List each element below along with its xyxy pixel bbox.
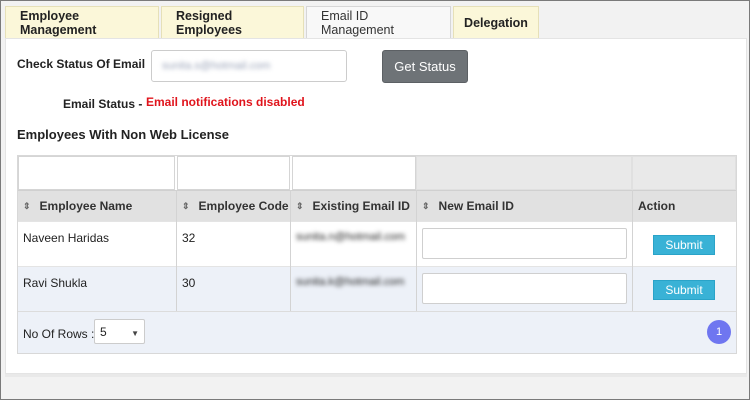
sort-icon: ⇕ xyxy=(296,200,304,211)
sort-icon: ⇕ xyxy=(23,200,31,211)
filter-row xyxy=(18,156,736,190)
email-status-value: Email notifications disabled xyxy=(146,95,305,109)
filter-employee-name[interactable] xyxy=(18,156,175,190)
section-title: Employees With Non Web License xyxy=(17,127,230,142)
table-header: ⇕ Employee Name ⇕ Employee Code ⇕ Existi… xyxy=(18,190,736,221)
table-footer: No Of Rows : 5 ▼ 1 xyxy=(18,311,736,353)
tab-bar: Employee Management Resigned Employees E… xyxy=(5,6,541,39)
sort-icon: ⇕ xyxy=(182,200,190,211)
filter-existing-email[interactable] xyxy=(292,156,416,190)
employees-table: ⇕ Employee Name ⇕ Employee Code ⇕ Existi… xyxy=(17,155,737,354)
page-number-button[interactable]: 1 xyxy=(707,320,731,344)
email-management-panel: Check Status Of Email sunita.s@hotmail.c… xyxy=(5,38,747,374)
sort-icon: ⇕ xyxy=(422,200,430,211)
app-frame: Employee Management Resigned Employees E… xyxy=(0,0,750,400)
tab-email-id-management[interactable]: Email ID Management xyxy=(306,6,451,39)
submit-button[interactable]: Submit xyxy=(653,280,715,300)
tab-delegation[interactable]: Delegation xyxy=(453,6,539,39)
check-status-label: Check Status Of Email xyxy=(17,57,146,71)
col-employee-name[interactable]: ⇕ Employee Name xyxy=(23,191,132,221)
column-divider xyxy=(176,190,177,311)
column-divider xyxy=(632,190,633,311)
existing-email-cell: sunita.n@hotmail.com xyxy=(296,231,405,243)
employee-code-cell: 30 xyxy=(182,276,196,290)
employee-code-cell: 32 xyxy=(182,231,196,245)
filter-action xyxy=(632,156,736,190)
employee-name-cell: Ravi Shukla xyxy=(23,276,88,290)
email-status-label: Email Status - xyxy=(63,97,143,111)
chevron-down-icon: ▼ xyxy=(131,329,139,338)
rows-per-page-select[interactable]: 5 ▼ xyxy=(94,319,145,344)
existing-email-cell: sunita.k@hotmail.com xyxy=(296,276,405,288)
rows-per-page-label: No Of Rows : xyxy=(23,327,95,341)
table-row: Ravi Shukla 30 sunita.k@hotmail.com Subm… xyxy=(18,266,736,312)
new-email-input[interactable] xyxy=(422,273,627,304)
tab-employee-management[interactable]: Employee Management xyxy=(5,6,159,39)
filter-employee-code[interactable] xyxy=(177,156,290,190)
table-row: Naveen Haridas 32 sunita.n@hotmail.com S… xyxy=(18,221,736,267)
new-email-input[interactable] xyxy=(422,228,627,259)
email-input[interactable]: sunita.s@hotmail.com xyxy=(151,50,347,82)
submit-button[interactable]: Submit xyxy=(653,235,715,255)
column-divider xyxy=(290,190,291,311)
col-action: Action xyxy=(638,199,676,213)
col-employee-code[interactable]: ⇕ Employee Code xyxy=(182,191,289,221)
panel-bottom-strip xyxy=(5,374,747,377)
email-input-value: sunita.s@hotmail.com xyxy=(162,60,271,72)
get-status-button[interactable]: Get Status xyxy=(382,50,468,83)
filter-new-email xyxy=(416,156,632,190)
column-divider xyxy=(416,190,417,311)
tab-resigned-employees[interactable]: Resigned Employees xyxy=(161,6,304,39)
col-new-email[interactable]: ⇕ New Email ID xyxy=(422,191,514,221)
employee-name-cell: Naveen Haridas xyxy=(23,231,110,245)
col-existing-email[interactable]: ⇕ Existing Email ID xyxy=(296,191,410,221)
